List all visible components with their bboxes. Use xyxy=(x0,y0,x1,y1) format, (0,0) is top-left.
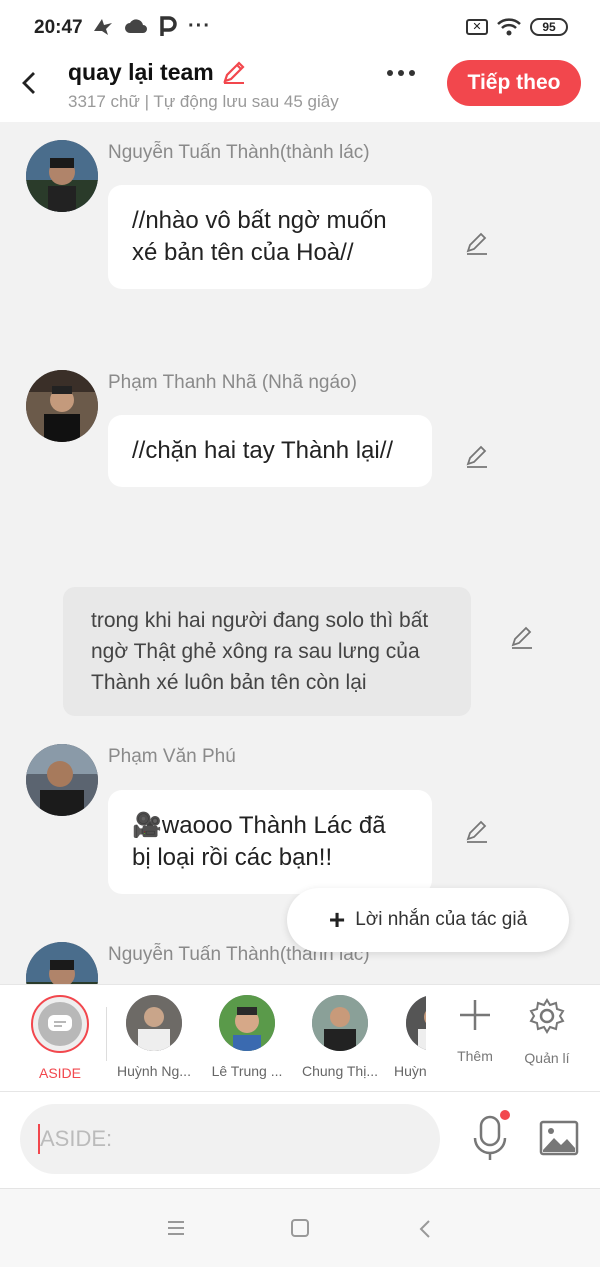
chevron-left-icon xyxy=(22,72,35,94)
narration-bubble[interactable]: trong khi hai người đang solo thì bất ng… xyxy=(63,587,471,716)
divider xyxy=(106,1007,107,1061)
avatar[interactable] xyxy=(26,942,98,984)
message-bubble[interactable]: //nhào vô bất ngờ muốn xé bản tên của Ho… xyxy=(108,185,432,289)
author-note-label: Lời nhắn của tác giả xyxy=(355,909,528,930)
p-icon xyxy=(160,16,177,36)
edit-icon[interactable] xyxy=(464,230,490,256)
author-note-button[interactable]: + Lời nhắn của tác giả xyxy=(287,888,569,952)
add-character-button[interactable]: Thêm xyxy=(440,997,510,1064)
character-aside[interactable]: ASIDE xyxy=(15,995,105,1081)
message-input[interactable]: ASIDE: xyxy=(20,1104,440,1174)
avatar[interactable] xyxy=(26,744,98,816)
wifi-icon xyxy=(497,18,521,36)
chat-bubble-icon xyxy=(48,1015,72,1031)
add-label: Thêm xyxy=(457,1048,493,1064)
title-row[interactable]: quay lại team xyxy=(68,58,248,86)
avatar xyxy=(406,995,426,1051)
plus-icon xyxy=(460,1000,490,1030)
edit-icon[interactable] xyxy=(464,818,490,844)
status-bar: 20:47 ··· ✕ 95 xyxy=(0,0,600,58)
word-count-autosave: 3317 chữ | Tự động lưu sau 45 giây xyxy=(68,92,339,111)
status-time: 20:47 xyxy=(34,17,83,38)
menu-icon[interactable] xyxy=(166,1219,186,1237)
message-bubble[interactable]: 🎥waooo Thành Lác đã bị loại rồi các bạn!… xyxy=(108,790,432,894)
avatar[interactable] xyxy=(26,140,98,212)
back-nav-icon[interactable] xyxy=(418,1219,432,1239)
message-sender: Phạm Thanh Nhã (Nhã ngáo) xyxy=(108,372,357,393)
home-icon[interactable] xyxy=(290,1219,310,1237)
avatar xyxy=(312,995,368,1051)
system-nav-bar xyxy=(0,1188,600,1267)
avatar xyxy=(126,995,182,1051)
edit-icon[interactable] xyxy=(509,624,535,650)
avatar xyxy=(219,995,275,1051)
x-box-icon: ✕ xyxy=(466,19,488,35)
image-icon[interactable] xyxy=(539,1120,579,1156)
manage-button[interactable]: Quản lí xyxy=(512,997,582,1066)
microphone-icon[interactable] xyxy=(470,1114,510,1164)
shark-icon xyxy=(94,19,112,35)
edit-icon[interactable] xyxy=(464,443,490,469)
character-label: Lê Trung ... xyxy=(211,1063,283,1079)
character-item[interactable]: Chung Thị... xyxy=(295,995,385,1079)
character-label: Huỳnh xyxy=(394,1063,426,1079)
character-label: ASIDE xyxy=(38,1065,81,1081)
status-right-icons: ✕ 95 xyxy=(466,17,568,37)
input-placeholder: ASIDE: xyxy=(40,1126,113,1151)
message-bubble[interactable]: //chặn hai tay Thành lại// xyxy=(108,415,432,487)
character-label: Chung Thị... xyxy=(301,1063,378,1079)
gear-icon xyxy=(529,998,565,1034)
cloud-icon xyxy=(125,19,147,33)
character-item[interactable]: Huỳnh Ng... xyxy=(109,995,199,1079)
back-button[interactable] xyxy=(14,66,44,100)
input-bar: ASIDE: xyxy=(0,1092,600,1188)
avatar[interactable] xyxy=(26,370,98,442)
notification-dot xyxy=(500,1110,510,1120)
more-dots-icon: ··· xyxy=(188,14,211,37)
more-options-button[interactable] xyxy=(387,70,415,76)
pencil-icon[interactable] xyxy=(220,58,248,86)
manage-label: Quản lí xyxy=(524,1050,570,1066)
character-label: Huỳnh Ng... xyxy=(117,1063,191,1079)
message-sender: Nguyễn Tuấn Thành(thành lác) xyxy=(108,142,370,163)
character-item[interactable]: Lê Trung ... xyxy=(202,995,292,1079)
character-item[interactable]: Huỳnh xyxy=(380,995,426,1079)
plus-icon: + xyxy=(328,904,346,935)
next-button[interactable]: Tiếp theo xyxy=(447,60,581,106)
status-left-icons: ··· xyxy=(92,14,211,38)
chat-area[interactable]: Nguyễn Tuấn Thành(thành lác) //nhào vô b… xyxy=(0,122,600,984)
message-sender: Phạm Văn Phú xyxy=(108,746,236,767)
battery-icon: 95 xyxy=(530,18,568,36)
editor-header: quay lại team 3317 chữ | Tự động lưu sau… xyxy=(0,58,600,122)
story-title: quay lại team xyxy=(68,58,214,85)
aside-avatar xyxy=(31,995,89,1053)
character-bar: ASIDE Huỳnh Ng... Lê Trung ... Chung Thị… xyxy=(0,984,600,1092)
